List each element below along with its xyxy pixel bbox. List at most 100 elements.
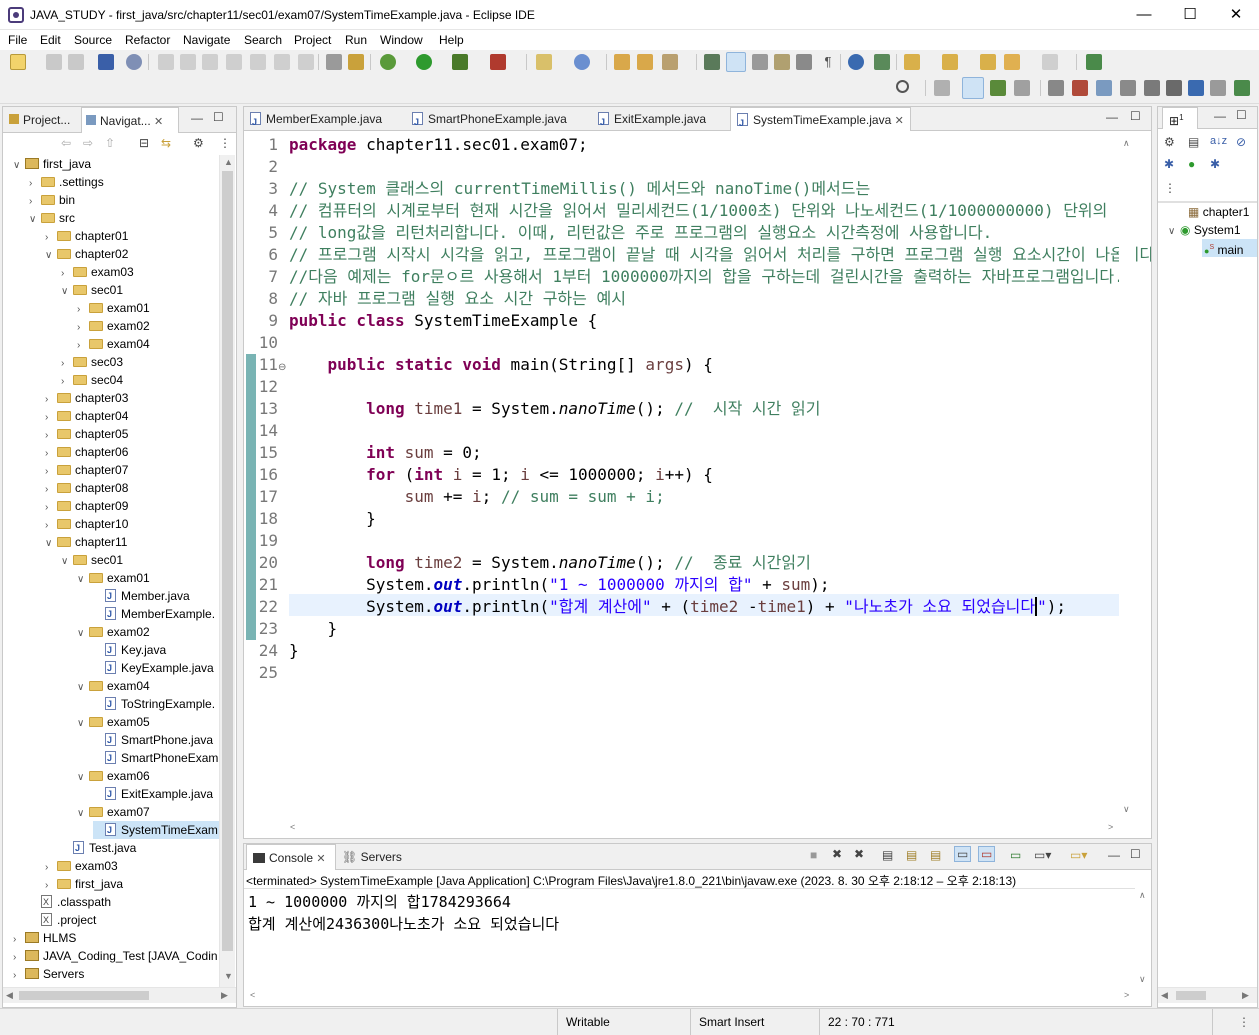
skip-breakpoints-icon[interactable]	[126, 54, 142, 70]
show-on-output-icon[interactable]: ▭	[954, 846, 972, 862]
outline-minimize-icon[interactable]: —	[1214, 109, 1226, 123]
step-into-icon[interactable]	[250, 54, 266, 70]
hide-fields-icon[interactable]: ▤	[1188, 135, 1199, 149]
close-navigator-icon[interactable]: ✕	[154, 116, 163, 128]
tree-item[interactable]: › chapter01	[45, 227, 128, 245]
debug-perspective-icon[interactable]	[990, 80, 1006, 96]
tree-item[interactable]: ∨ chapter02	[45, 245, 128, 263]
editor-maximize-icon[interactable]: ☐	[1130, 109, 1141, 123]
outline-class[interactable]: ∨ ◉ System1	[1168, 221, 1241, 239]
open-resource-icon[interactable]	[637, 54, 653, 70]
hide-nonpublic-icon[interactable]: ✱	[1164, 157, 1174, 171]
pin-editor-icon[interactable]	[1086, 54, 1102, 70]
step-over-icon[interactable]	[274, 54, 290, 70]
word-wrap-icon[interactable]	[752, 54, 768, 70]
expand-chevron-icon[interactable]: ›	[13, 967, 25, 985]
back-nav-icon[interactable]: ⇦	[61, 136, 71, 150]
menu-refactor[interactable]: Refactor	[125, 33, 170, 47]
tab-project-explorer[interactable]: Project...	[5, 107, 79, 133]
editor-hscrollbar[interactable]: < >	[244, 820, 1151, 836]
link-editor-icon[interactable]: ⇆	[161, 136, 171, 150]
tree-item[interactable]: SmartPhone.java	[93, 731, 213, 749]
tree-item[interactable]: .project	[29, 911, 96, 929]
menu-project[interactable]: Project	[294, 33, 331, 47]
tree-item[interactable]: .classpath	[29, 893, 111, 911]
tree-item[interactable]: › chapter07	[45, 461, 128, 479]
collapse-chevron-icon[interactable]: ∨	[61, 553, 73, 571]
restore-icon[interactable]	[1048, 80, 1064, 96]
collapse-chevron-icon[interactable]: ∨	[29, 211, 41, 229]
forward-nav-icon[interactable]: ⇨	[83, 136, 93, 150]
step-return-icon[interactable]	[298, 54, 314, 70]
search-tool-icon[interactable]	[662, 54, 678, 70]
open-console-icon[interactable]: ▭▾	[1070, 848, 1087, 862]
show-on-error-icon[interactable]: ▭	[978, 846, 996, 862]
tab-smartphone-example[interactable]: SmartPhoneExample.java	[412, 107, 567, 134]
menu-navigate[interactable]: Navigate	[183, 33, 230, 47]
new-icon[interactable]	[10, 54, 26, 70]
console-minimize-icon[interactable]: —	[1108, 848, 1120, 862]
tree-item[interactable]: › JAVA_Coding_Test [JAVA_Codin	[13, 947, 218, 965]
coverage-icon[interactable]	[452, 54, 468, 70]
fold-icon[interactable]: ⊖	[278, 362, 286, 373]
tree-item[interactable]: › exam03	[61, 263, 134, 281]
tree-item[interactable]: › chapter06	[45, 443, 128, 461]
save-all-icon[interactable]	[68, 54, 84, 70]
collapse-chevron-icon[interactable]: ∨	[61, 283, 73, 301]
tab-outline[interactable]: ⊞1	[1162, 107, 1198, 129]
close-tab-icon[interactable]: ✕	[895, 115, 904, 127]
tree-item[interactable]: KeyExample.java	[93, 659, 214, 677]
console-view-icon[interactable]	[1166, 80, 1182, 96]
java-perspective-icon[interactable]	[962, 77, 984, 99]
editor-minimize-icon[interactable]: —	[1106, 110, 1118, 124]
console-maximize-icon[interactable]: ☐	[1130, 847, 1141, 861]
run-icon[interactable]	[416, 54, 432, 70]
annotation-icon[interactable]	[704, 54, 720, 70]
pilcrow-icon[interactable]: ¶	[820, 54, 836, 70]
outline-maximize-icon[interactable]: ☐	[1236, 108, 1247, 122]
back-icon[interactable]	[1004, 54, 1020, 70]
block-select-icon[interactable]	[774, 54, 790, 70]
outline-hscrollbar[interactable]: ◀ ▶	[1158, 987, 1257, 1003]
outline-package[interactable]: ▦ chapter1	[1188, 203, 1249, 221]
tree-item[interactable]: ToStringExample.	[93, 695, 215, 713]
remove-all-launches-icon[interactable]: ✖	[854, 847, 864, 861]
tab-systemtime-example[interactable]: SystemTimeExample.java ✕	[730, 107, 911, 135]
tree-item[interactable]: › exam04	[77, 335, 150, 353]
tab-member-example[interactable]: MemberExample.java	[250, 107, 382, 134]
tree-item[interactable]: ∨ src	[29, 209, 75, 227]
tree-item[interactable]: ∨ exam02	[77, 623, 150, 641]
open-perspective-icon[interactable]	[934, 80, 950, 96]
external-tools-icon[interactable]	[490, 54, 506, 70]
menu-search[interactable]: Search	[244, 33, 282, 47]
tree-item[interactable]: MemberExample.	[93, 605, 215, 623]
collapse-chevron-icon[interactable]: ∨	[77, 715, 89, 733]
word-wrap-console-icon[interactable]: ▤	[930, 848, 941, 862]
menu-file[interactable]: File	[8, 33, 27, 47]
minimize-button[interactable]: —	[1121, 0, 1167, 30]
tab-navigator[interactable]: Navigat... ✕	[81, 107, 179, 133]
tree-item[interactable]: › chapter05	[45, 425, 128, 443]
tree-item[interactable]: ∨ sec01	[61, 551, 123, 569]
tree-item[interactable]: ∨ sec01	[61, 281, 123, 299]
open-type-hierarchy-icon[interactable]	[614, 54, 630, 70]
filter-icon[interactable]: ⚙	[193, 136, 204, 150]
minimize-view-icon[interactable]: —	[191, 111, 203, 125]
suspend-icon[interactable]	[180, 54, 196, 70]
forward-icon[interactable]	[1042, 54, 1058, 70]
search-icon[interactable]	[896, 80, 909, 93]
close-button[interactable]: ✕	[1213, 0, 1259, 30]
scroll-lock-icon[interactable]: ▤	[906, 848, 917, 862]
hide-local-types-icon[interactable]: ●	[1188, 157, 1195, 171]
tree-item[interactable]: › sec03	[61, 353, 123, 371]
tab-exit-example[interactable]: ExitExample.java	[598, 107, 706, 134]
editor-scrollbar[interactable]: ∧ ∨	[1119, 132, 1135, 822]
menu-run[interactable]: Run	[345, 33, 367, 47]
tree-item[interactable]: Key.java	[93, 641, 166, 659]
toggle-block-icon[interactable]	[326, 54, 342, 70]
link-outline-icon[interactable]: ✱	[1210, 157, 1220, 171]
tab-console[interactable]: Console ✕	[246, 844, 336, 870]
problems-icon[interactable]	[1144, 80, 1160, 96]
tree-item[interactable]: ∨ first_java	[13, 155, 91, 173]
menu-window[interactable]: Window	[380, 33, 423, 47]
